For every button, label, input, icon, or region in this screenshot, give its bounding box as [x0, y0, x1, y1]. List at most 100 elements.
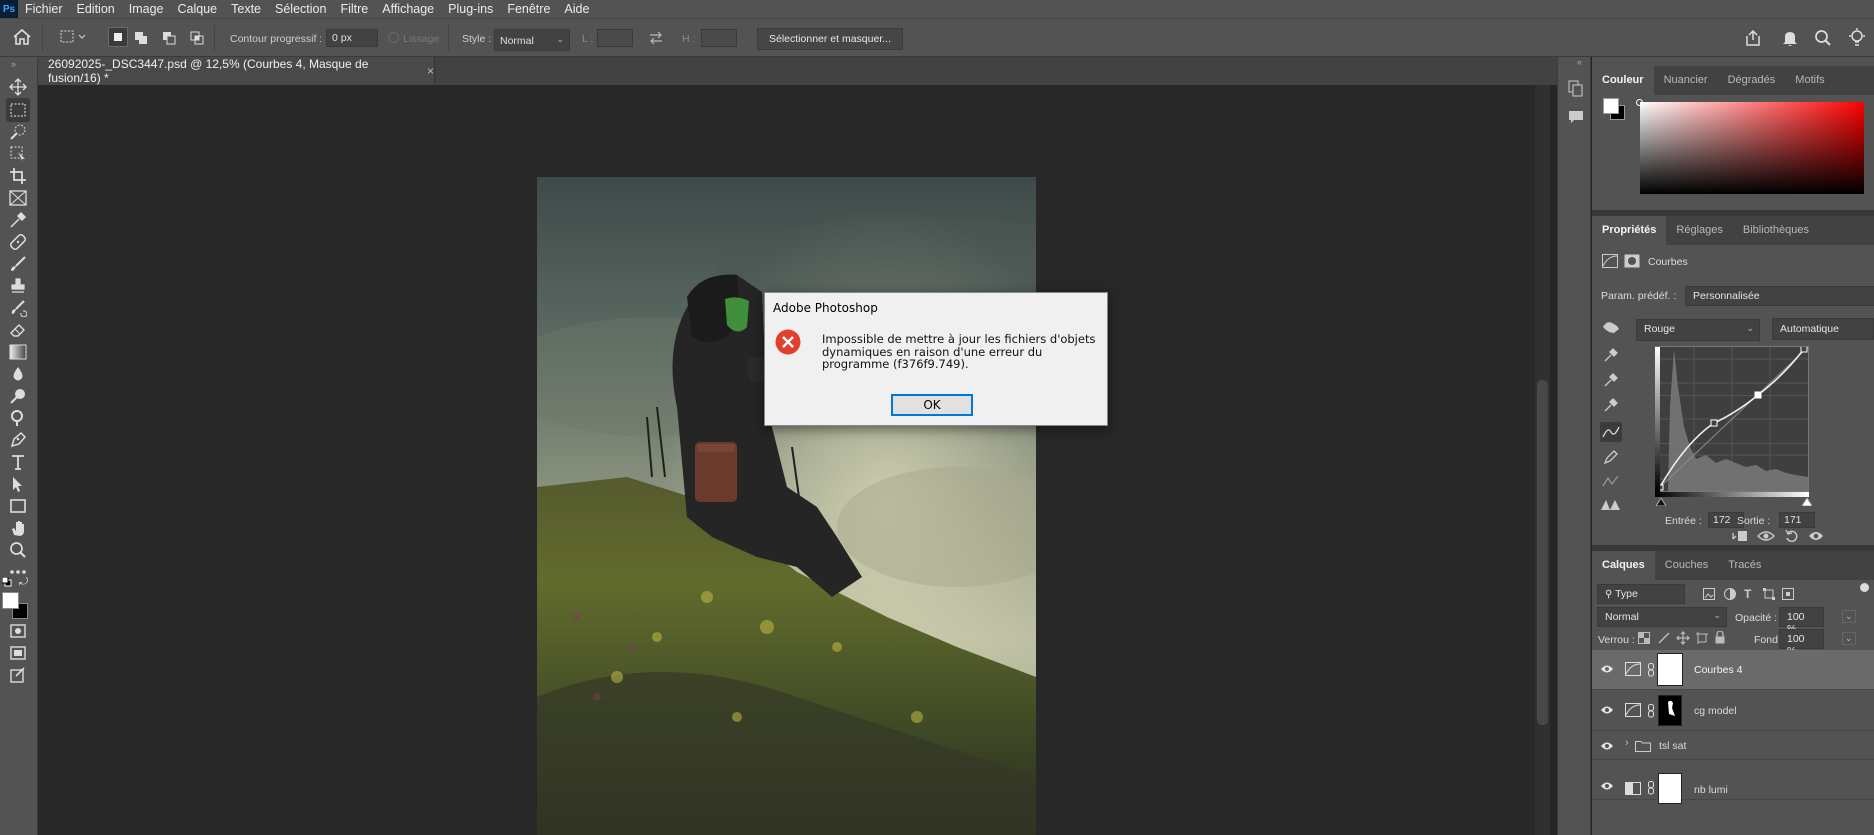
channel-select[interactable]: Rouge ⌄ [1636, 319, 1760, 341]
menu-edition[interactable]: Edition [70, 0, 122, 18]
menu-filtre[interactable]: Filtre [333, 0, 375, 18]
crop-tool-icon[interactable] [6, 164, 30, 188]
frame-tool-icon[interactable] [6, 186, 30, 210]
clipping-warning-icon[interactable] [1600, 497, 1622, 511]
mask-icon[interactable] [1624, 254, 1640, 268]
quick-selection-tool-icon[interactable] [6, 120, 30, 144]
layer-visibility-eye-icon[interactable] [1600, 663, 1614, 675]
height-input[interactable] [701, 29, 737, 47]
document-tab[interactable]: 26092025-_DSC3447.psd @ 12,5% (Courbes 4… [38, 57, 435, 85]
default-colors-icon[interactable] [2, 577, 12, 587]
subtract-selection-icon[interactable] [162, 31, 176, 45]
opacity-input[interactable]: 100 % [1779, 607, 1824, 635]
filter-pixel-icon[interactable] [1703, 588, 1715, 600]
home-icon[interactable] [12, 28, 32, 46]
lock-all-icon[interactable] [1715, 631, 1725, 644]
zoom-tool-icon[interactable] [6, 538, 30, 562]
menu-fichier[interactable]: Fichier [18, 0, 70, 18]
smooth-curve-icon[interactable] [1602, 474, 1620, 488]
tab-degrades[interactable]: Dégradés [1718, 66, 1786, 95]
menu-image[interactable]: Image [122, 0, 171, 18]
menu-texte[interactable]: Texte [224, 0, 268, 18]
vertical-scrollbar-thumb[interactable] [1537, 380, 1548, 725]
tab-motifs[interactable]: Motifs [1785, 66, 1834, 95]
pen-tool-icon[interactable] [6, 428, 30, 452]
white-input-slider-icon[interactable] [1802, 498, 1812, 506]
gradient-tool-icon[interactable] [6, 340, 30, 364]
path-selection-tool-icon[interactable] [6, 472, 30, 496]
tab-bibliotheques[interactable]: Bibliothèques [1733, 216, 1819, 245]
brush-tool-icon[interactable] [6, 252, 30, 276]
color-picker-cursor[interactable] [1636, 99, 1643, 106]
layer-visibility-eye-icon[interactable] [1600, 780, 1614, 792]
reset-icon[interactable] [1785, 529, 1799, 543]
menu-plugins[interactable]: Plug-ins [441, 0, 500, 18]
layer-mask-thumbnail[interactable] [1658, 773, 1682, 804]
dodge-tool-icon[interactable] [6, 384, 30, 408]
preset-select[interactable]: Personnalisée [1685, 286, 1874, 306]
select-and-mask-button[interactable]: Sélectionner et masquer... [757, 28, 903, 50]
add-selection-icon[interactable] [134, 31, 148, 45]
link-icon[interactable] [1648, 663, 1654, 677]
clip-to-layer-icon[interactable] [1732, 529, 1748, 543]
quick-mask-icon[interactable] [6, 619, 30, 643]
tab-nuancier[interactable]: Nuancier [1654, 66, 1718, 95]
search-icon[interactable] [1814, 29, 1832, 47]
tab-calques[interactable]: Calques [1592, 551, 1655, 580]
lock-artboard-icon[interactable] [1696, 632, 1708, 644]
edit-toolbar-icon[interactable] [6, 663, 30, 687]
stamp-tool-icon[interactable] [6, 274, 30, 298]
type-tool-icon[interactable] [6, 450, 30, 474]
black-point-eyedropper-icon[interactable] [1604, 348, 1618, 362]
fill-input[interactable]: 100 % [1779, 629, 1824, 657]
history-panel-icon[interactable] [1568, 80, 1584, 98]
close-icon[interactable]: × [427, 64, 434, 78]
chevron-right-icon[interactable]: › [1625, 737, 1629, 749]
expand-panels-icon[interactable]: « [1577, 57, 1582, 67]
layer-row[interactable]: › tsl sat [1592, 732, 1874, 760]
blur-tool-icon[interactable] [6, 362, 30, 386]
marquee-preset-icon[interactable] [60, 30, 88, 44]
layer-row[interactable]: Courbes 4 [1592, 650, 1874, 690]
menu-calque[interactable]: Calque [171, 0, 225, 18]
collapse-arrows-icon[interactable]: » [11, 59, 16, 69]
filter-shape-icon[interactable] [1763, 588, 1775, 600]
layer-visibility-eye-icon[interactable] [1600, 740, 1614, 752]
magnify-dodge-icon[interactable] [6, 406, 30, 430]
menu-fenetre[interactable]: Fenêtre [500, 0, 557, 18]
lock-pixels-icon[interactable] [1658, 632, 1670, 644]
view-previous-icon[interactable] [1757, 529, 1775, 543]
filter-type-icon[interactable]: T [1744, 587, 1751, 601]
bell-icon[interactable] [1782, 29, 1798, 47]
rectangle-tool-icon[interactable] [6, 494, 30, 518]
feather-input[interactable]: 0 px [326, 29, 378, 47]
blend-mode-select[interactable]: Normal ⌄ [1597, 607, 1727, 627]
fill-chevron-icon[interactable]: ⌄ [1842, 632, 1856, 645]
output-value-field[interactable]: 171 [1779, 512, 1815, 528]
eyedropper-tool-icon[interactable] [6, 208, 30, 232]
move-tool-icon[interactable] [6, 75, 30, 99]
link-icon[interactable] [1648, 704, 1654, 718]
tab-couleur[interactable]: Couleur [1592, 66, 1654, 95]
link-icon[interactable] [1648, 781, 1654, 795]
swap-colors-icon[interactable]: ⤾ [19, 576, 28, 589]
filter-toggle-icon[interactable] [1860, 583, 1869, 592]
menu-aide[interactable]: Aide [557, 0, 596, 18]
ok-button[interactable]: OK [891, 394, 973, 416]
layer-mask-thumbnail[interactable] [1657, 653, 1683, 686]
lock-transparency-icon[interactable] [1638, 632, 1650, 644]
menu-affichage[interactable]: Affichage [375, 0, 441, 18]
tab-couches[interactable]: Couches [1655, 551, 1718, 580]
intersect-selection-icon[interactable] [190, 31, 204, 45]
antialias-checkbox[interactable] [388, 32, 399, 43]
comment-panel-icon[interactable] [1568, 110, 1584, 124]
filter-smart-object-icon[interactable] [1782, 588, 1794, 600]
tab-traces[interactable]: Tracés [1718, 551, 1771, 580]
black-input-slider-icon[interactable] [1656, 498, 1666, 506]
layer-row[interactable]: cg model [1592, 691, 1874, 731]
eraser-tool-icon[interactable] [6, 318, 30, 342]
opacity-chevron-icon[interactable]: ⌄ [1842, 610, 1856, 623]
healing-brush-tool-icon[interactable] [6, 230, 30, 254]
lightbulb-icon[interactable] [1848, 28, 1866, 48]
hand-tool-icon[interactable] [6, 516, 30, 540]
